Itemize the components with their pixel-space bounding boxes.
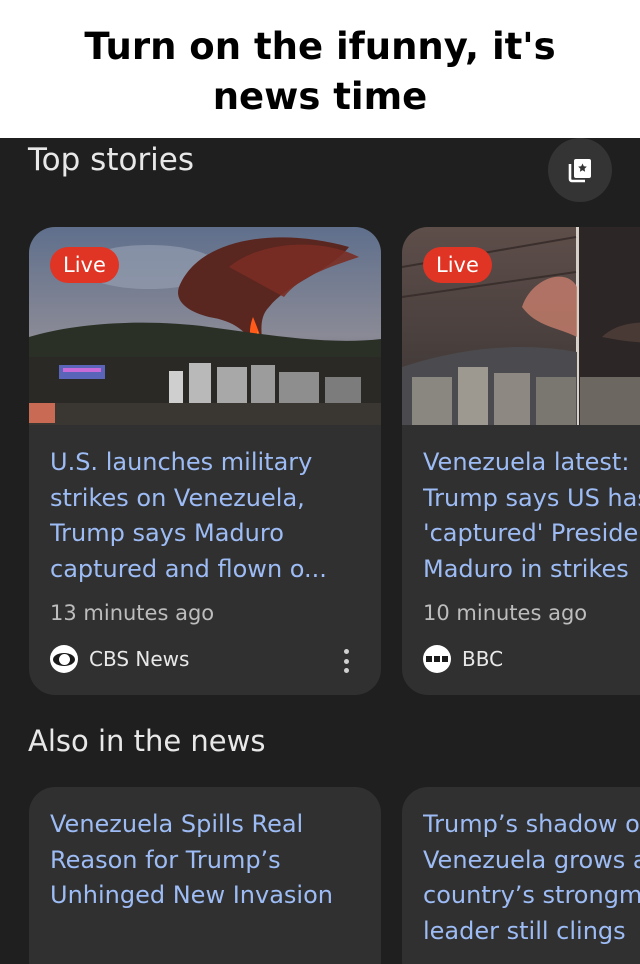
news-headline[interactable]: Venezuela Spills Real Reason for Trump’s… — [50, 807, 380, 914]
live-badge: Live — [50, 247, 119, 283]
story-timestamp: 13 minutes ago — [50, 601, 215, 625]
story-headline[interactable]: U.S. launches military strikes on Venezu… — [50, 445, 380, 587]
news-card[interactable]: Trump’s shadow over Venezuela grows as c… — [402, 787, 640, 964]
saved-stories-button[interactable] — [548, 138, 612, 202]
more-vert-icon — [343, 649, 349, 654]
story-card[interactable]: Live Venezuela latest: Trump says US has… — [402, 227, 640, 695]
news-card[interactable]: Venezuela Spills Real Reason for Trump’s… — [29, 787, 381, 964]
story-source: BBC — [423, 645, 503, 673]
live-badge: Live — [423, 247, 492, 283]
meme-caption: Turn on the ifunny, it's news time — [0, 0, 640, 138]
news-headline[interactable]: Trump’s shadow over Venezuela grows as c… — [423, 807, 640, 949]
source-name: CBS News — [89, 647, 190, 671]
cbs-eye-logo-icon — [50, 645, 78, 673]
story-source: CBS News — [50, 645, 189, 673]
story-card[interactable]: Live U.S. launches military strikes on V… — [29, 227, 381, 695]
saved-stories-icon — [568, 159, 591, 183]
bbc-logo-icon — [423, 645, 451, 673]
source-name: BBC — [462, 647, 504, 671]
more-options-button[interactable] — [334, 647, 358, 675]
story-headline[interactable]: Venezuela latest: Trump says US has 'cap… — [423, 445, 640, 587]
story-timestamp: 10 minutes ago — [423, 601, 588, 625]
also-in-news-heading: Also in the news — [28, 724, 266, 758]
top-stories-heading: Top stories — [28, 142, 195, 178]
news-feed: Top stories Live U.S. launches military … — [0, 138, 640, 964]
